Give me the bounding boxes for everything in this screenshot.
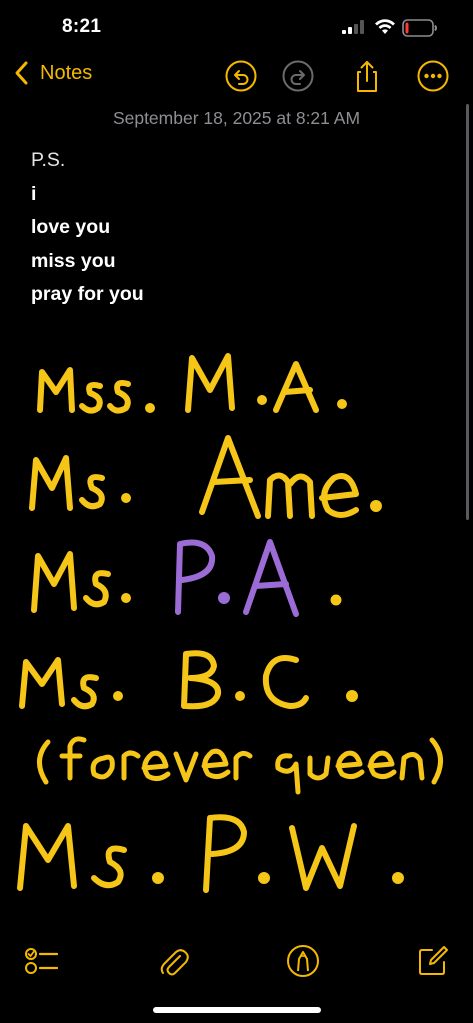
scrollbar[interactable]: [466, 104, 469, 520]
battery-icon: [402, 19, 437, 37]
drawing-purple-initials: [175, 539, 299, 617]
back-label: Notes: [40, 61, 93, 84]
cellular-signal-icon: [342, 20, 364, 34]
more-icon[interactable]: [416, 59, 450, 93]
handwritten-drawing[interactable]: [0, 330, 473, 910]
note-line: i: [31, 182, 37, 205]
note-line: miss you: [31, 249, 116, 272]
status-time: 8:21: [62, 16, 102, 37]
back-button[interactable]: Notes: [14, 60, 92, 86]
note-line: love you: [31, 216, 111, 238]
note-line: pray for you: [31, 283, 144, 305]
drawing-line-1: [37, 353, 347, 414]
share-icon[interactable]: [350, 59, 384, 93]
checklist-icon[interactable]: [24, 944, 58, 978]
navigation-bar: Notes: [0, 52, 473, 100]
drawing-line-4: [19, 650, 358, 710]
note-date: September 18, 2025 at 8:21 AM: [112, 108, 361, 128]
home-indicator[interactable]: [153, 1007, 321, 1013]
note-line: P.S.: [31, 149, 66, 171]
note-text[interactable]: P.S. i love you miss you pray for you: [31, 144, 144, 312]
chevron-left-icon: [15, 61, 28, 85]
wifi-icon: [375, 19, 395, 34]
undo-icon[interactable]: [224, 59, 258, 93]
markup-pen-icon[interactable]: [286, 944, 320, 978]
bottom-toolbar: [0, 936, 473, 986]
drawing-line-2: [29, 435, 382, 519]
paperclip-icon[interactable]: [156, 944, 190, 978]
drawing-line-5: [37, 736, 443, 795]
compose-icon[interactable]: [416, 944, 450, 978]
drawing-line-6: [17, 814, 404, 893]
redo-icon[interactable]: [281, 59, 315, 93]
